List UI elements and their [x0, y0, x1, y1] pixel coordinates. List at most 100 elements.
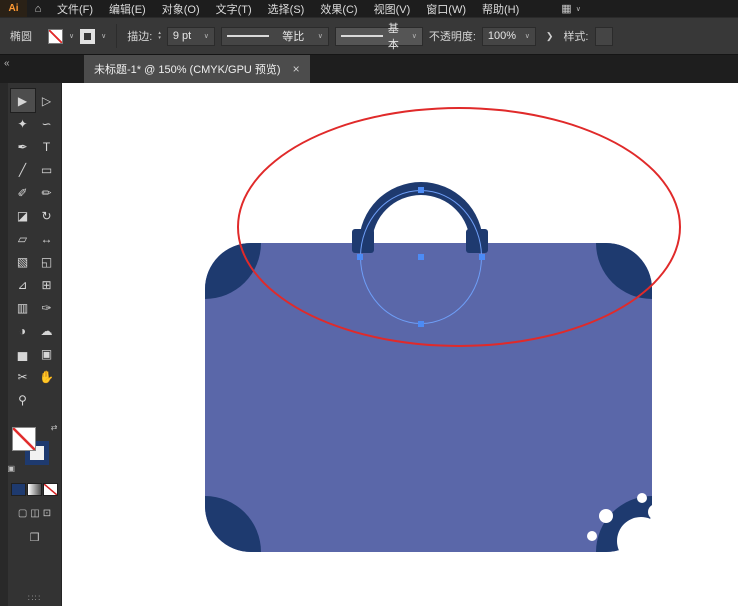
- color-mode-buttons: [11, 483, 58, 496]
- watermark-dot: [612, 553, 630, 571]
- chevron-down-icon[interactable]: ∨: [412, 32, 417, 40]
- eyedropper-tool[interactable]: ✑: [35, 296, 59, 319]
- menu-file[interactable]: 文件(F): [49, 1, 101, 17]
- rectangle-tool[interactable]: ▭: [35, 158, 59, 181]
- shape-builder-tool[interactable]: ◱: [35, 250, 59, 273]
- chevron-down-icon: ∨: [575, 5, 581, 13]
- paintbrush-tool[interactable]: ✐: [11, 181, 35, 204]
- document-tab-bar: « 未标题-1* @ 150% (CMYK/GPU 预览) ×: [0, 55, 738, 83]
- symbol-sprayer-tool[interactable]: ☁: [35, 319, 59, 342]
- workspace: ▶ ▷ ✦ ∽ ✒ T ╱ ▭ ✐ ✏ ◪ ↻ ▱ ↔ ▧ ◱ ⊿ ⊞ ▥ ✑ ◑ ☁ ▅ ▣ ✂ ✋ ⚲ ⇄ ▣ ▢ ◫ ⊡ ❒ …: [0, 83, 738, 606]
- rotate-tool[interactable]: ↻: [35, 204, 59, 227]
- tool-grid: ▶ ▷ ✦ ∽ ✒ T ╱ ▭ ✐ ✏ ◪ ↻ ▱ ↔ ▧ ◱ ⊿ ⊞ ▥ ✑ ◑ ☁ ▅ ▣ ✂ ✋ ⚲: [9, 88, 59, 411]
- active-tool-label: 椭圆: [10, 31, 32, 43]
- opacity-value: 100%: [487, 30, 517, 42]
- stroke-weight-value: 9 pt: [172, 30, 192, 42]
- chevron-down-icon[interactable]: ∨: [525, 32, 530, 40]
- watermark-dot: [599, 509, 613, 523]
- stroke-color-swatch[interactable]: [80, 28, 96, 44]
- line-segment-tool[interactable]: ╱: [11, 158, 35, 181]
- zoom-tool[interactable]: ⚲: [11, 388, 35, 411]
- control-bar: 椭圆 ∨ ∨ 描边: ▴ ▾ 9 pt ∨ 等比 ∨ 基本 ∨ 不透明度: 10…: [0, 17, 738, 55]
- opacity-label: 不透明度:: [428, 31, 476, 43]
- illustrator-logo[interactable]: Ai: [0, 0, 27, 17]
- style-label: 样式:: [563, 31, 589, 43]
- home-icon[interactable]: ⌂: [27, 3, 49, 15]
- menu-select[interactable]: 选择(S): [260, 1, 313, 17]
- direct-selection-tool[interactable]: ▷: [35, 89, 59, 112]
- slice-tool[interactable]: ✂: [11, 365, 35, 388]
- tools-panel: ▶ ▷ ✦ ∽ ✒ T ╱ ▭ ✐ ✏ ◪ ↻ ▱ ↔ ▧ ◱ ⊿ ⊞ ▥ ✑ ◑ ☁ ▅ ▣ ✂ ✋ ⚲ ⇄ ▣ ▢ ◫ ⊡ ❒ …: [0, 83, 62, 606]
- none-button[interactable]: [43, 483, 58, 496]
- menu-window[interactable]: 窗口(W): [418, 1, 474, 17]
- gradient-tool[interactable]: ▥: [11, 296, 35, 319]
- width-tool[interactable]: ↔: [35, 227, 59, 250]
- document-tab-title: 未标题-1* @ 150% (CMYK/GPU 预览): [94, 64, 281, 76]
- style-dropdown[interactable]: [594, 26, 613, 46]
- width-profile-value: 等比: [282, 31, 305, 43]
- red-ellipse-shape[interactable]: [237, 107, 681, 347]
- swap-fill-stroke-icon[interactable]: ⇄: [51, 423, 58, 432]
- menu-view[interactable]: 视图(V): [366, 1, 419, 17]
- color-button[interactable]: [11, 483, 26, 496]
- stroke-weight-stepper[interactable]: ▴ ▾: [158, 31, 161, 41]
- stroke-weight-field[interactable]: 9 pt ∨: [166, 26, 215, 46]
- watermark-dot: [637, 493, 647, 503]
- column-graph-tool[interactable]: ▅: [11, 342, 35, 365]
- gradient-button[interactable]: [27, 483, 42, 496]
- opacity-dropdown[interactable]: 100% ∨: [481, 26, 536, 46]
- watermark-dot: [587, 531, 597, 541]
- chevron-down-icon[interactable]: ∨: [101, 32, 106, 40]
- screen-mode-icon[interactable]: ❒: [30, 531, 40, 544]
- draw-inside-mode-icon[interactable]: ⊡: [43, 508, 51, 519]
- drawing-mode-buttons: ▢ ◫ ⊡: [18, 508, 51, 519]
- blend-tool[interactable]: ◑: [11, 319, 35, 342]
- eraser-tool[interactable]: ◪: [11, 204, 35, 227]
- stroke-weight-label: 描边:: [127, 31, 153, 43]
- chevron-down-icon[interactable]: ∨: [69, 32, 74, 40]
- scale-tool[interactable]: ▱: [11, 227, 35, 250]
- default-fill-stroke-icon[interactable]: ▣: [8, 464, 16, 473]
- workspace-grid-icon: ▦: [561, 3, 572, 15]
- draw-normal-mode-icon[interactable]: ▢: [18, 508, 27, 519]
- variable-width-profile-dropdown[interactable]: 等比 ∨: [220, 26, 329, 46]
- perspective-grid-tool[interactable]: ⊿: [11, 273, 35, 296]
- artboard-canvas[interactable]: [62, 83, 738, 606]
- document-tab[interactable]: 未标题-1* @ 150% (CMYK/GPU 预览) ×: [84, 55, 310, 83]
- suitcase-corner-shape[interactable]: [205, 496, 261, 552]
- free-transform-tool[interactable]: ▧: [11, 250, 35, 273]
- stepper-down-icon[interactable]: ▾: [158, 36, 161, 41]
- lasso-tool[interactable]: ∽: [35, 112, 59, 135]
- menu-bar: Ai ⌂ 文件(F) 编辑(E) 对象(O) 文字(T) 选择(S) 效果(C)…: [0, 0, 738, 17]
- fill-color-indicator[interactable]: [11, 427, 36, 451]
- menu-object[interactable]: 对象(O): [154, 1, 208, 17]
- mesh-tool[interactable]: ⊞: [35, 273, 59, 296]
- brush-definition-dropdown[interactable]: 基本 ∨: [334, 23, 423, 51]
- watermark-dot: [648, 504, 664, 520]
- menu-effect[interactable]: 效果(C): [312, 1, 365, 17]
- hand-tool[interactable]: ✋: [35, 365, 59, 388]
- fill-stroke-indicator: ⇄ ▣: [8, 423, 58, 473]
- artboard-tool[interactable]: ▣: [35, 342, 59, 365]
- watermark-dot: [656, 547, 676, 567]
- toolbar-overflow-icon[interactable]: ∷∷: [28, 593, 41, 604]
- divider: [116, 24, 118, 48]
- draw-behind-mode-icon[interactable]: ◫: [30, 508, 39, 519]
- workspace-switcher[interactable]: ▦ ∨: [561, 2, 581, 15]
- brush-definition-value: 基本: [387, 23, 399, 51]
- menu-edit[interactable]: 编辑(E): [101, 1, 154, 17]
- menu-help[interactable]: 帮助(H): [474, 1, 527, 17]
- chevron-down-icon[interactable]: ∨: [318, 32, 323, 40]
- brush-stroke-preview: [340, 35, 383, 37]
- menu-type[interactable]: 文字(T): [208, 1, 260, 17]
- more-options-arrow-icon[interactable]: ❯: [546, 31, 554, 42]
- close-icon[interactable]: ×: [293, 62, 300, 76]
- type-tool[interactable]: T: [35, 135, 59, 158]
- magic-wand-tool[interactable]: ✦: [11, 112, 35, 135]
- fill-color-swatch[interactable]: [48, 28, 63, 44]
- selection-tool[interactable]: ▶: [9, 88, 36, 113]
- collapse-panels-icon[interactable]: «: [0, 55, 62, 83]
- pen-tool[interactable]: ✒: [11, 135, 35, 158]
- pencil-tool[interactable]: ✏: [35, 181, 59, 204]
- chevron-down-icon[interactable]: ∨: [204, 32, 209, 40]
